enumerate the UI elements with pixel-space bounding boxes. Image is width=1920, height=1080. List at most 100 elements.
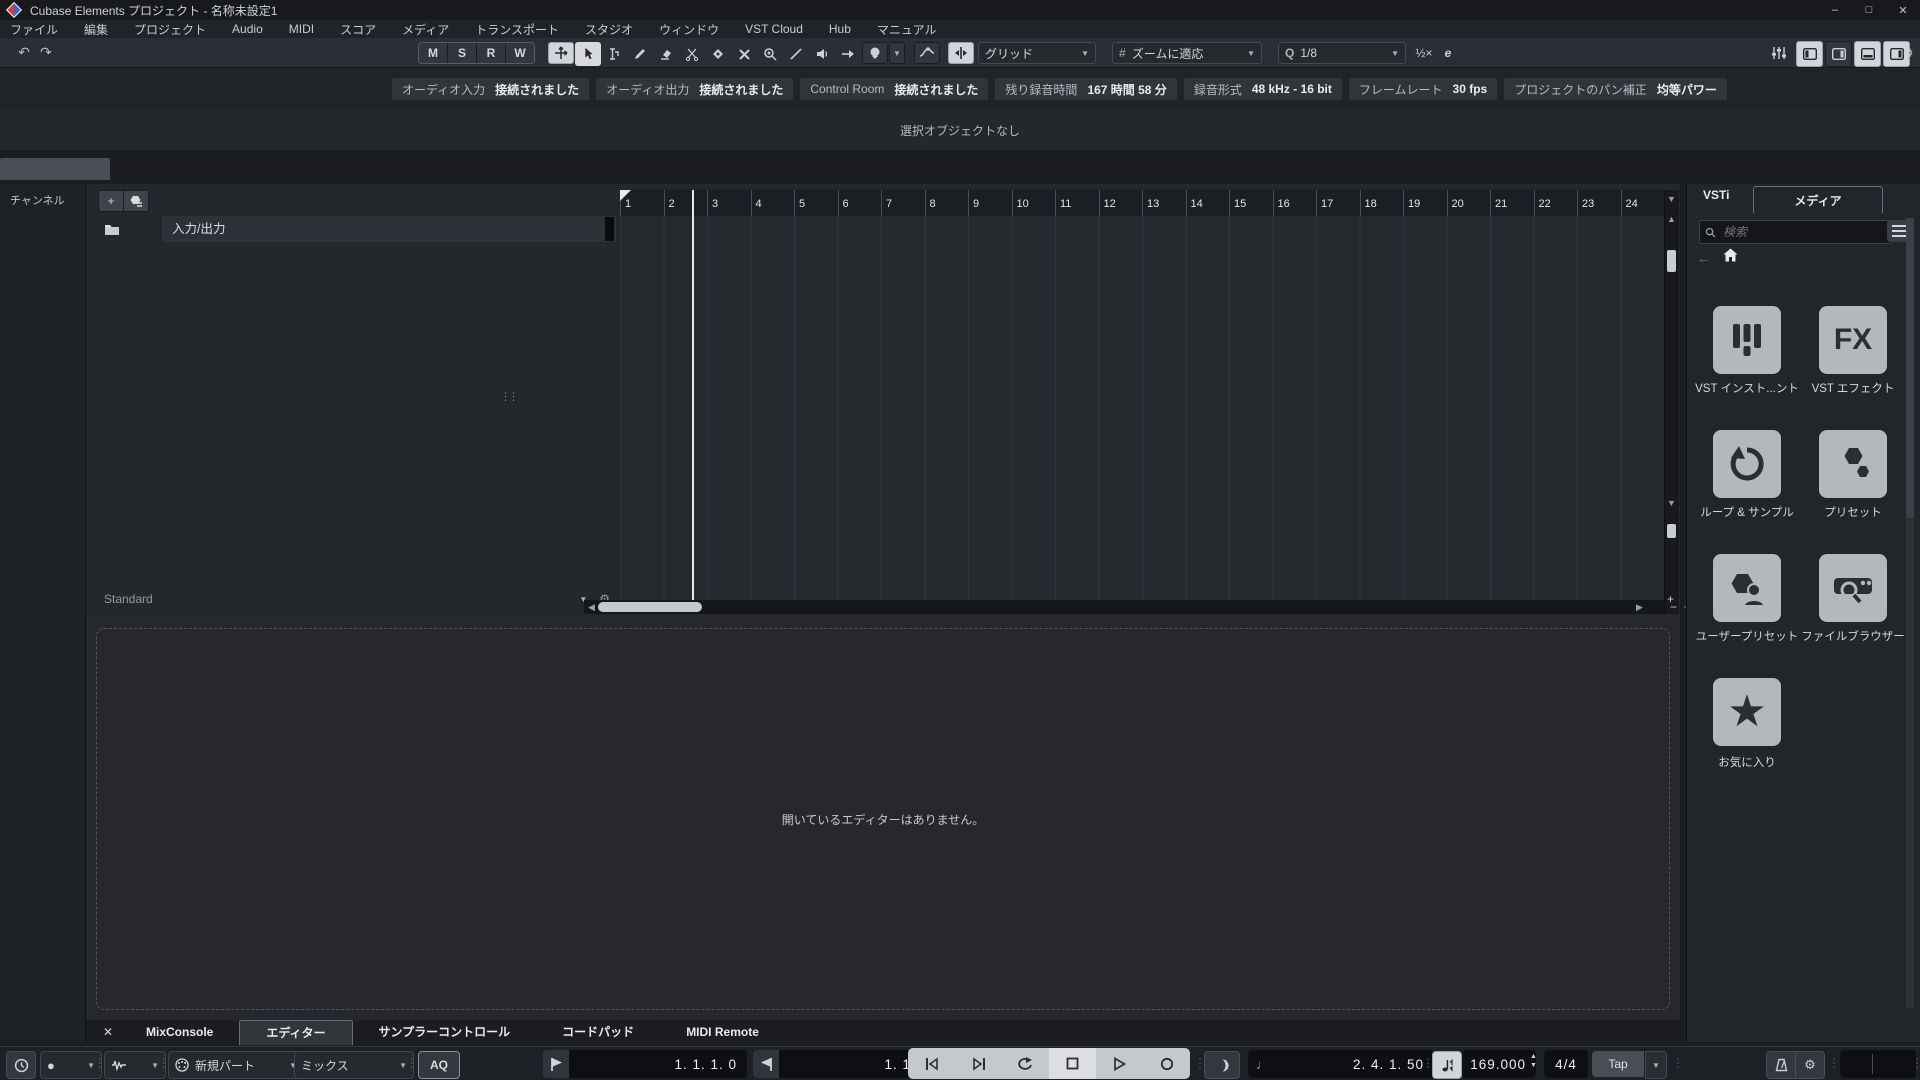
info-chip[interactable]: 録音形式48 kHz - 16 bit (1184, 78, 1342, 100)
vertical-scrollbar[interactable]: ▼ ▲ ▼ + (1664, 190, 1679, 614)
glue-tool[interactable] (705, 42, 731, 66)
ruler-bar[interactable]: 24 (1621, 190, 1665, 216)
quantize-panel-button[interactable]: e (1438, 42, 1458, 64)
minimize-button[interactable]: – (1818, 0, 1852, 20)
cursor-position-display[interactable]: ♩ 2. 4. 1. 50 (1248, 1050, 1434, 1078)
ruler-bar[interactable]: 4 (751, 190, 795, 216)
grid-type-dropdown[interactable]: # ズームに適応 ▼ (1112, 42, 1262, 64)
ruler-bar[interactable]: 18 (1360, 190, 1404, 216)
left-zone-toggle[interactable] (1796, 41, 1823, 67)
tile-user-presets[interactable] (1713, 554, 1781, 622)
lower-zone-tab[interactable]: サンプラーコントロール (353, 1020, 537, 1044)
event-display-grid[interactable] (620, 216, 1664, 600)
comp-tool-dropdown[interactable]: ▼ (889, 42, 905, 64)
mixconsole-button[interactable] (1766, 42, 1792, 64)
close-lower-zone-icon[interactable]: ✕ (96, 1025, 120, 1039)
menu-item[interactable]: トランスポート (475, 21, 559, 38)
go-to-previous-marker-button[interactable] (908, 1048, 955, 1079)
erase-tool[interactable] (653, 42, 679, 66)
ruler-bar[interactable]: 16 (1273, 190, 1317, 216)
mix-dropdown[interactable]: ミックス ▼ (294, 1051, 414, 1079)
info-chip[interactable]: Control Room接続されました (800, 78, 988, 100)
section-dots[interactable]: ⋮ (1828, 1056, 1840, 1070)
constrain-delay-compensation-button[interactable] (6, 1051, 36, 1079)
ruler-bar[interactable]: 21 (1490, 190, 1534, 216)
ruler-options-arrow-icon[interactable]: ▼ (1667, 194, 1676, 204)
tab-vsti[interactable]: VSTi (1703, 188, 1729, 202)
punch-out-button[interactable] (753, 1050, 779, 1078)
tile-presets[interactable] (1819, 430, 1887, 498)
metronome-setup-button[interactable]: ⚙ (1795, 1051, 1825, 1079)
hscroll-thumb[interactable] (598, 602, 702, 612)
scroll-right-icon[interactable]: ▶ (1636, 602, 1643, 613)
tempo-spinner[interactable]: ▲ ▼ (1530, 1053, 1537, 1069)
ruler-bar[interactable]: 20 (1447, 190, 1491, 216)
vertical-zoom-handle[interactable] (1667, 524, 1676, 538)
write-automation-button[interactable]: W (506, 43, 534, 63)
ruler-bar[interactable]: 22 (1534, 190, 1578, 216)
mute-all-button[interactable]: M (419, 43, 448, 63)
menu-item[interactable]: VST Cloud (745, 22, 803, 36)
tab-media[interactable]: メディア (1753, 186, 1883, 213)
ruler-bar[interactable]: 12 (1099, 190, 1143, 216)
ruler[interactable]: 123456789101112131415161718192021222324 (620, 190, 1664, 217)
midi-insert-dropdown[interactable]: 新規パート ▼ (168, 1051, 304, 1079)
menu-item[interactable]: 編集 (84, 21, 108, 38)
project-window-tab[interactable] (0, 158, 110, 180)
menu-item[interactable]: スコア (340, 21, 376, 38)
tile-loops-samples[interactable] (1713, 430, 1781, 498)
ruler-bar[interactable]: 17 (1316, 190, 1360, 216)
iterative-quantize-button[interactable]: ½× (1414, 42, 1434, 64)
read-automation-button[interactable]: R (477, 43, 506, 63)
undo-icon[interactable]: ↶ (14, 42, 34, 62)
maximize-button[interactable]: □ (1852, 0, 1886, 20)
ruler-bar[interactable]: 14 (1186, 190, 1230, 216)
ruler-bar[interactable]: 11 (1055, 190, 1099, 216)
menu-item[interactable]: マニュアル (877, 21, 937, 38)
info-chip[interactable]: オーディオ出力接続されました (596, 78, 793, 100)
punch-in-button[interactable] (543, 1050, 569, 1078)
zoom-out-icon[interactable]: − (1670, 600, 1677, 614)
zoom-tool[interactable] (757, 42, 783, 66)
menu-item[interactable]: ファイル (10, 21, 58, 38)
add-track-button[interactable]: + (99, 191, 123, 211)
ruler-bar[interactable]: 8 (925, 190, 969, 216)
ruler-bar[interactable]: 23 (1577, 190, 1621, 216)
spinner-down-icon[interactable]: ▼ (1530, 1062, 1537, 1069)
home-icon[interactable] (1723, 248, 1738, 262)
quantize-dropdown[interactable]: Q 1/8 ▼ (1278, 42, 1406, 64)
tile-vst-instruments[interactable] (1713, 306, 1781, 374)
scrub-tool[interactable] (835, 42, 861, 66)
snap-zero-crossing-button[interactable] (914, 42, 940, 64)
snap-button[interactable] (948, 42, 974, 64)
scroll-left-icon[interactable]: ◀ (588, 602, 595, 613)
spinner-up-icon[interactable]: ▲ (1530, 1053, 1537, 1060)
ruler-bar[interactable]: 13 (1142, 190, 1186, 216)
mute-tool[interactable] (731, 42, 757, 66)
comp-tool-button[interactable] (862, 42, 888, 64)
play-tool[interactable] (809, 42, 835, 66)
info-chip[interactable]: 残り録音時間167 時間 58 分 (995, 78, 1176, 100)
menu-item[interactable]: プロジェクト (134, 21, 206, 38)
track-visibility-button[interactable] (123, 191, 148, 211)
lower-zone-toggle[interactable] (1854, 41, 1881, 67)
tile-vst-effects[interactable]: FX (1819, 306, 1887, 374)
solo-all-button[interactable]: S (448, 43, 477, 63)
close-button[interactable]: ✕ (1886, 0, 1920, 20)
section-dots[interactable]: ⋮ (406, 1056, 418, 1070)
lower-zone-tab[interactable]: MixConsole (120, 1020, 239, 1044)
snap-type-dropdown[interactable]: グリッド ▼ (978, 42, 1096, 64)
line-tool[interactable] (783, 42, 809, 66)
track-list-splitter[interactable]: ⋮⋮ (500, 390, 516, 403)
tile-file-browser[interactable] (1819, 554, 1887, 622)
scroll-up-icon[interactable]: ▲ (1667, 214, 1676, 224)
punch-in-position-display[interactable]: 1. 1. 1. 0 (569, 1050, 747, 1078)
menu-item[interactable]: メディア (402, 21, 449, 38)
section-dots[interactable]: ⋮ (1911, 1056, 1920, 1070)
search-input[interactable] (1721, 224, 1865, 240)
track-row[interactable]: 入力/出力 (94, 216, 616, 242)
info-chip[interactable]: オーディオ入力接続されました (392, 78, 589, 100)
right-zone-scrollbar[interactable] (1906, 218, 1914, 1008)
tap-mode-dropdown[interactable]: ▼ (1645, 1051, 1667, 1079)
ruler-bar[interactable]: 19 (1403, 190, 1447, 216)
